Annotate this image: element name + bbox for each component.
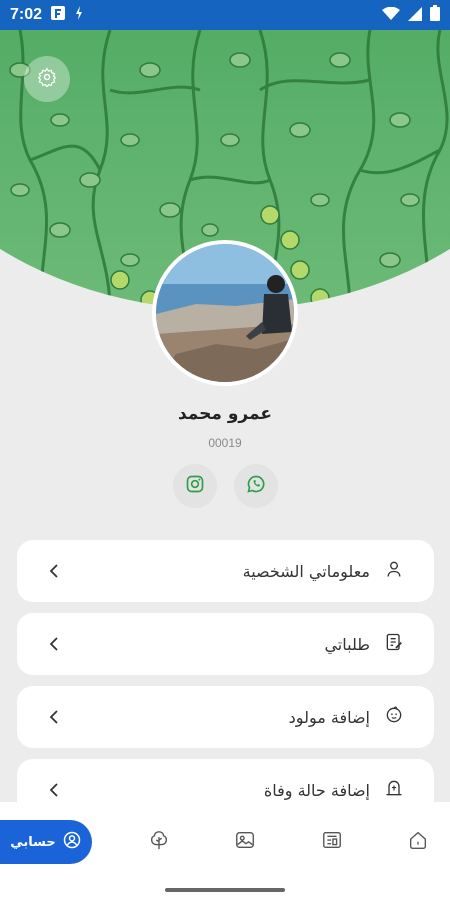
nav-item-my-account[interactable]: حسابي (0, 820, 92, 864)
news-icon (321, 829, 343, 855)
menu-label: إضافة مولود (288, 707, 370, 727)
nav-item-tree[interactable] (139, 822, 179, 862)
whatsapp-icon (246, 474, 266, 498)
menu-label: طلباتي (324, 634, 370, 654)
nav-item-home[interactable] (398, 822, 438, 862)
signal-icon (408, 6, 422, 25)
whatsapp-button[interactable] (233, 464, 278, 508)
menu-label: معلوماتي الشخصية (242, 561, 370, 581)
gallery-icon (234, 829, 256, 855)
home-indicator[interactable] (165, 888, 285, 892)
home-icon (407, 829, 429, 855)
chevron-left-icon (47, 710, 61, 724)
system-home-bar (0, 882, 450, 900)
nav-item-news[interactable] (312, 822, 352, 862)
wifi-icon (382, 6, 400, 25)
gear-icon (37, 67, 57, 91)
person-icon (384, 559, 404, 583)
grave-icon (384, 778, 404, 802)
app-icon (50, 5, 66, 25)
profile-menu: معلوماتي الشخصية طلباتي إضافة مولود إضاف… (17, 540, 434, 832)
menu-item-add-birth[interactable]: إضافة مولود (17, 686, 434, 748)
bottom-nav: حسابي (0, 802, 450, 882)
tree-icon (148, 829, 170, 855)
social-links (0, 464, 450, 508)
instagram-icon (185, 474, 205, 498)
menu-item-personal-info[interactable]: معلوماتي الشخصية (17, 540, 434, 602)
baby-icon (384, 705, 404, 729)
instagram-button[interactable] (172, 464, 217, 508)
battery-icon (430, 5, 440, 25)
document-edit-icon (384, 632, 404, 656)
status-bar: 7:02 (0, 0, 450, 30)
nav-item-gallery[interactable] (225, 822, 265, 862)
user-name: عمرو محمد (177, 404, 273, 424)
profile-photo (156, 244, 294, 382)
account-icon (62, 830, 82, 854)
menu-label: إضافة حالة وفاة (263, 780, 370, 800)
data-icon (74, 5, 84, 25)
menu-item-my-requests[interactable]: طلباتي (17, 613, 434, 675)
nav-active-label: حسابي (10, 834, 56, 850)
avatar[interactable] (152, 240, 298, 386)
chevron-left-icon (47, 564, 61, 578)
user-id: 00019 (208, 436, 242, 450)
chevron-left-icon (47, 783, 61, 797)
settings-button[interactable] (24, 56, 70, 102)
chevron-left-icon (47, 637, 61, 651)
status-time: 7:02 (10, 6, 43, 23)
